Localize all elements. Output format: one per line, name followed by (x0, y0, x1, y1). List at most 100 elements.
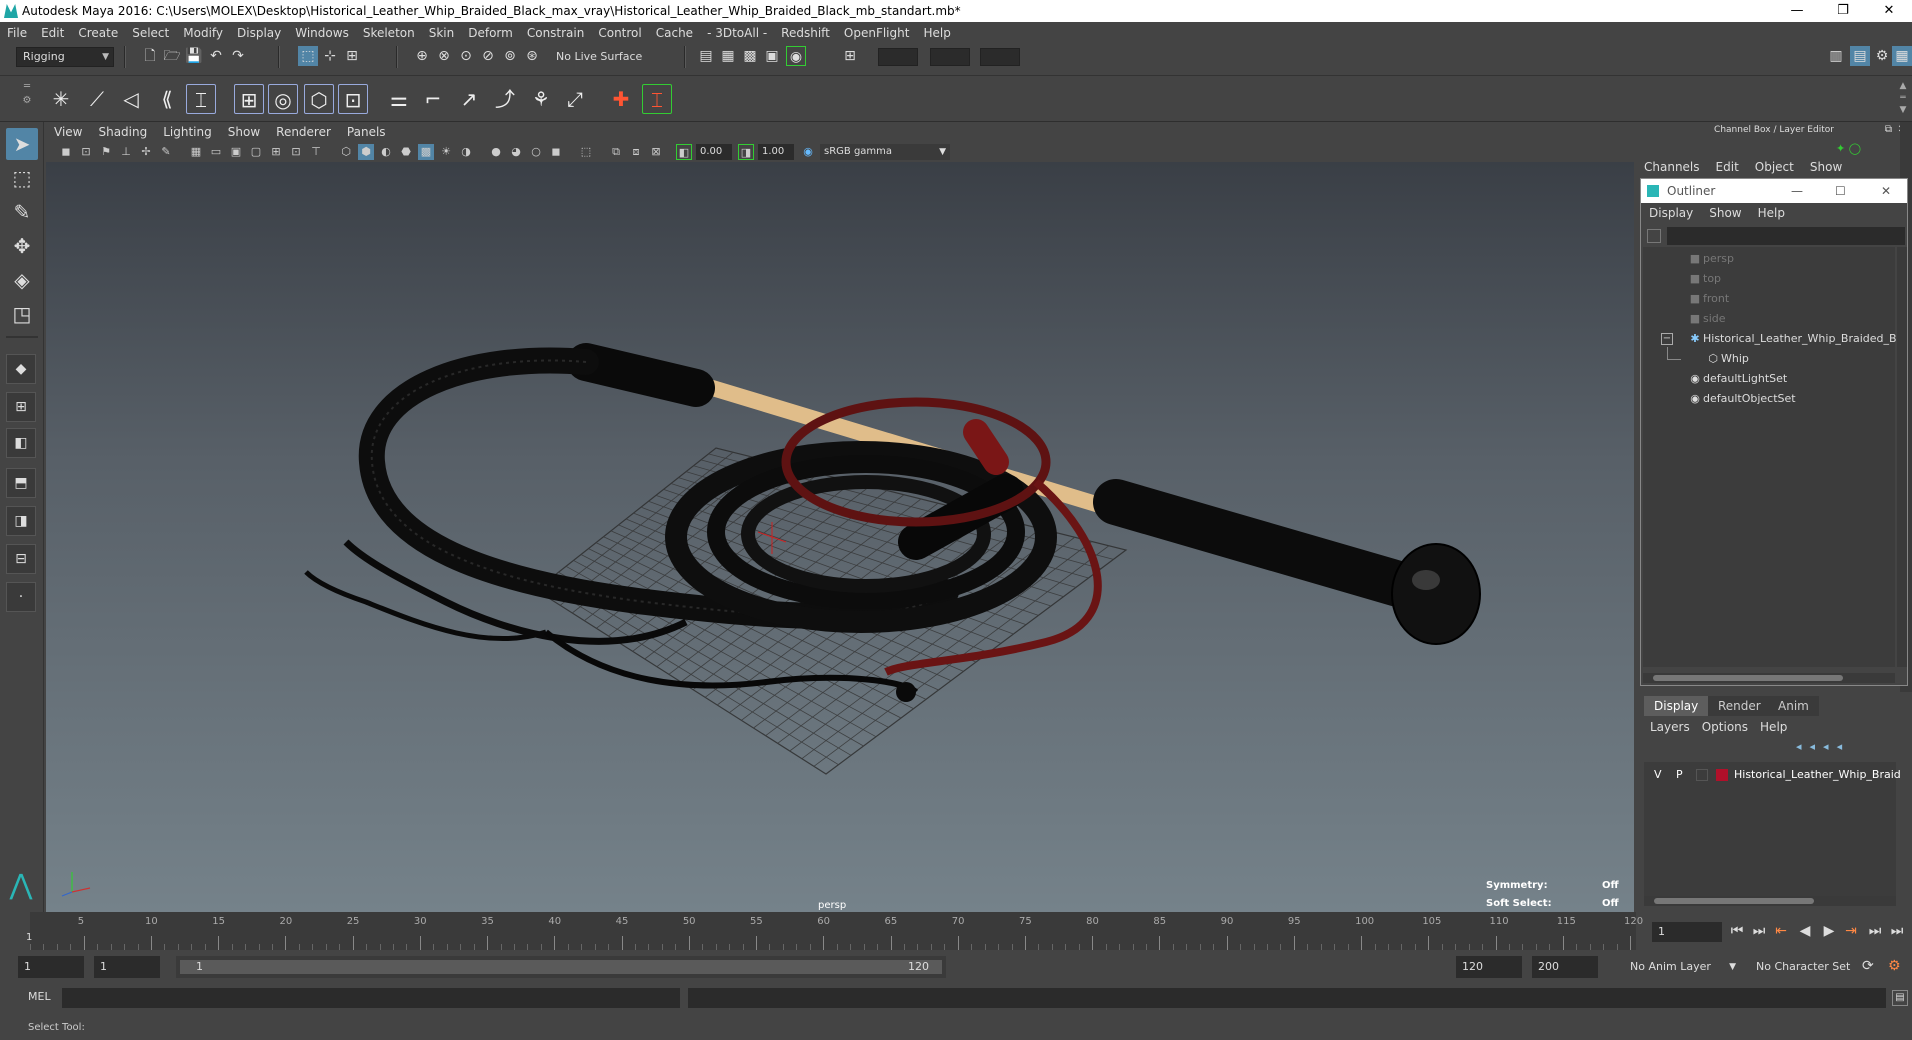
layer-menu-layers[interactable]: Layers (1644, 720, 1696, 734)
render-view-icon[interactable]: ▣ (762, 46, 782, 66)
current-frame-field[interactable]: 1 (1652, 922, 1722, 942)
2d-pan-zoom-icon[interactable]: ✢ (138, 144, 154, 160)
layer-menu-help[interactable]: Help (1754, 720, 1793, 734)
save-scene-icon[interactable]: 💾 (184, 46, 204, 66)
cluster-icon[interactable]: ⚌ (384, 84, 414, 114)
snap-surface-icon[interactable]: ⊚ (500, 46, 520, 66)
vp-menu-view[interactable]: View (46, 122, 90, 142)
menu-skin[interactable]: Skin (422, 22, 462, 44)
modeling-toolkit-icon[interactable]: ▥ (1826, 46, 1846, 66)
scrollbar-thumb[interactable] (1653, 675, 1843, 681)
default-material-icon[interactable]: ◐ (378, 144, 394, 160)
animation-preferences-icon[interactable]: ⚙ (1888, 958, 1906, 976)
snap-grid-icon[interactable]: ⊕ (412, 46, 432, 66)
ik-spline-icon[interactable]: ⟪ (152, 84, 182, 114)
locator-icon[interactable]: ✚ (606, 84, 636, 114)
menu-control[interactable]: Control (591, 22, 648, 44)
menu-constrain[interactable]: Constrain (520, 22, 592, 44)
gamma-icon[interactable]: ◨ (738, 144, 754, 160)
single-perspective-layout-icon[interactable]: ◆ (6, 354, 36, 384)
paint-select-icon[interactable]: ✎ (6, 196, 38, 228)
color-space-dropdown[interactable]: sRGB gamma ▼ (820, 144, 950, 160)
wireframe-on-shaded-icon[interactable]: ⬣ (398, 144, 414, 160)
pole-vector-icon[interactable]: ⤴ (490, 84, 520, 114)
lattice-icon[interactable]: ⊡ (338, 84, 368, 114)
z-coord-field[interactable] (980, 48, 1020, 66)
outliner-item-top[interactable]: ■ top (1687, 269, 1721, 289)
layout-menu-icon[interactable]: · (6, 582, 36, 612)
shadows-icon[interactable]: ◑ (458, 144, 474, 160)
aim-constraint-icon[interactable]: ↗ (454, 84, 484, 114)
range-bar-fill[interactable] (180, 960, 942, 974)
ambient-occlusion-icon[interactable]: ● (488, 144, 504, 160)
snap-view-plane-icon[interactable]: ⊘ (478, 46, 498, 66)
transform-mode-icon[interactable]: ⊞ (840, 46, 860, 66)
layer-visibility-toggle[interactable]: V (1654, 766, 1662, 784)
gate-mask-icon[interactable]: ▢ (248, 144, 264, 160)
xray-icon[interactable]: ⧉ (608, 144, 624, 160)
menu-windows[interactable]: Windows (288, 22, 356, 44)
snap-point-icon[interactable]: ⊙ (456, 46, 476, 66)
shelf-scroll-icon[interactable]: ▲ ═ ▼ (1896, 80, 1910, 118)
step-back-key-icon[interactable]: ⏭︎ (1750, 922, 1768, 940)
play-backwards-icon[interactable]: ◀ (1796, 922, 1814, 940)
outliner-item-defaultobjectset[interactable]: ◉ defaultObjectSet (1687, 389, 1795, 409)
vp-menu-show[interactable]: Show (220, 122, 268, 142)
channel-box-toggle-icon[interactable]: ▦ (1892, 46, 1912, 66)
minimize-button[interactable]: — (1774, 0, 1820, 22)
anim-layer-dropdown[interactable]: No Anim Layer ▼ (1624, 956, 1740, 978)
tool-settings-icon[interactable]: ⚙ (1872, 46, 1892, 66)
layer-menu-options[interactable]: Options (1696, 720, 1754, 734)
camera-attributes-icon[interactable]: ⊡ (78, 144, 94, 160)
cb-menu-object[interactable]: Object (1747, 160, 1802, 174)
render-settings-icon[interactable]: ▤ (696, 46, 716, 66)
exposure-icon[interactable]: ◧ (676, 144, 692, 160)
image-plane-icon[interactable]: ⊥ (118, 144, 134, 160)
outliner-search-input[interactable] (1667, 227, 1905, 245)
outliner-menu-help[interactable]: Help (1750, 203, 1793, 223)
hypershade-layout-icon[interactable]: ◨ (6, 506, 36, 536)
tab-display[interactable]: Display (1644, 696, 1709, 716)
move-tool-icon[interactable]: ✥ (6, 230, 38, 262)
x-coord-field[interactable] (878, 48, 918, 66)
shelf-menu-icon[interactable]: ═ ⚙ (20, 80, 34, 118)
safe-action-icon[interactable]: ⊡ (288, 144, 304, 160)
outliner-item-front[interactable]: ■ front (1687, 289, 1729, 309)
camera-select-icon[interactable]: ◼ (58, 144, 74, 160)
command-input[interactable] (62, 988, 680, 1008)
restore-button[interactable]: ❐ (1820, 0, 1866, 22)
grease-pencil-icon[interactable]: ✎ (158, 144, 174, 160)
smooth-shade-icon[interactable]: ⬢ (358, 144, 374, 160)
live-surface-field[interactable]: No Live Surface (550, 48, 654, 66)
joint-tool-icon[interactable]: ✳ (46, 84, 76, 114)
smooth-bind-icon[interactable]: ◎ (268, 84, 298, 114)
script-language-toggle[interactable]: MEL (28, 990, 51, 1003)
menu-deform[interactable]: Deform (461, 22, 520, 44)
play-forwards-icon[interactable]: ▶ (1820, 922, 1838, 940)
depth-of-field-icon[interactable]: ◼ (548, 144, 564, 160)
layer-color-swatch[interactable] (1716, 769, 1728, 781)
select-tool-icon[interactable]: ➤ (6, 128, 38, 160)
tab-render[interactable]: Render (1708, 696, 1771, 716)
vp-menu-renderer[interactable]: Renderer (268, 122, 339, 142)
isolate-select-icon[interactable]: ⬚ (578, 144, 594, 160)
redo-icon[interactable]: ↷ (228, 46, 248, 66)
animation-start-field[interactable]: 1 (18, 956, 84, 978)
time-slider[interactable]: 1 5 10 15 20 25 30 35 40 45 50 55 60 65 70 75 80 85 90 95 1… (0, 912, 1912, 952)
menu-edit[interactable]: Edit (34, 22, 71, 44)
outliner-minimize-icon[interactable]: — (1791, 179, 1803, 203)
new-scene-icon[interactable]: 🗋 (140, 46, 160, 66)
layer-row[interactable]: V P Historical_Leather_Whip_Braid (1644, 766, 1901, 784)
outliner-item-defaultlightset[interactable]: ◉ defaultLightSet (1687, 369, 1787, 389)
outliner-item-whip[interactable]: ⬡ Whip (1705, 349, 1749, 369)
cb-menu-channels[interactable]: Channels (1636, 160, 1708, 174)
menu-3dtoall[interactable]: - 3DtoAll - (700, 22, 774, 44)
outliner-vertical-scrollbar[interactable] (1897, 247, 1907, 667)
vp-menu-shading[interactable]: Shading (90, 122, 155, 142)
step-forward-frame-icon[interactable]: ⇥ (1842, 922, 1860, 940)
menu-cache[interactable]: Cache (649, 22, 700, 44)
channel-box-mode-icons[interactable]: ✦ ◯ (1836, 142, 1876, 156)
gamma-field[interactable]: 1.00 (758, 144, 794, 160)
collapse-icon[interactable]: − (1661, 333, 1673, 345)
perspective-viewport[interactable]: persp Symmetry: Off Soft Select: Off (46, 162, 1634, 912)
